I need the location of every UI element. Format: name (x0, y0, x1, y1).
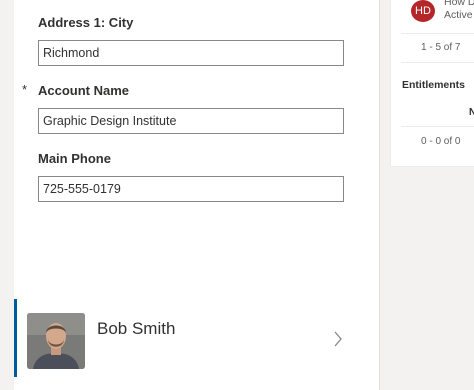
divider (401, 62, 474, 63)
avatar (27, 313, 85, 369)
pager-text: 1 - 5 of 7 (421, 42, 461, 53)
initials-avatar: HD (411, 0, 435, 22)
city-label: Address 1: City (38, 15, 134, 30)
related-panel: HD How D Active 1 - 5 of 7 Entitlements … (390, 0, 474, 167)
divider (401, 33, 474, 34)
avatar-photo-icon (27, 313, 85, 369)
entitlements-title: Entitlements (402, 79, 466, 91)
form-section: Address 1: City Richmond * Account Name … (14, 0, 380, 390)
divider (401, 126, 474, 127)
chevron-right-icon[interactable] (333, 331, 343, 347)
city-input[interactable]: Richmond (38, 40, 344, 66)
contact-card[interactable]: Bob Smith (14, 299, 379, 377)
column-header[interactable]: N (469, 107, 474, 118)
contact-name: Bob Smith (97, 319, 176, 338)
related-item-title[interactable]: How D (444, 0, 474, 8)
city-field: Address 1: City Richmond (38, 14, 344, 66)
account-name-label: Account Name (38, 83, 130, 98)
main-phone-field: Main Phone 725-555-0179 (38, 150, 344, 202)
main-phone-input[interactable]: 725-555-0179 (38, 176, 344, 202)
account-name-field: * Account Name Graphic Design Institute (22, 82, 344, 134)
main-phone-label: Main Phone (38, 151, 111, 166)
required-indicator: * (22, 82, 28, 97)
related-item-status: Active (444, 9, 473, 21)
entitlements-pager-text: 0 - 0 of 0 (421, 136, 461, 147)
account-name-input[interactable]: Graphic Design Institute (38, 108, 344, 134)
